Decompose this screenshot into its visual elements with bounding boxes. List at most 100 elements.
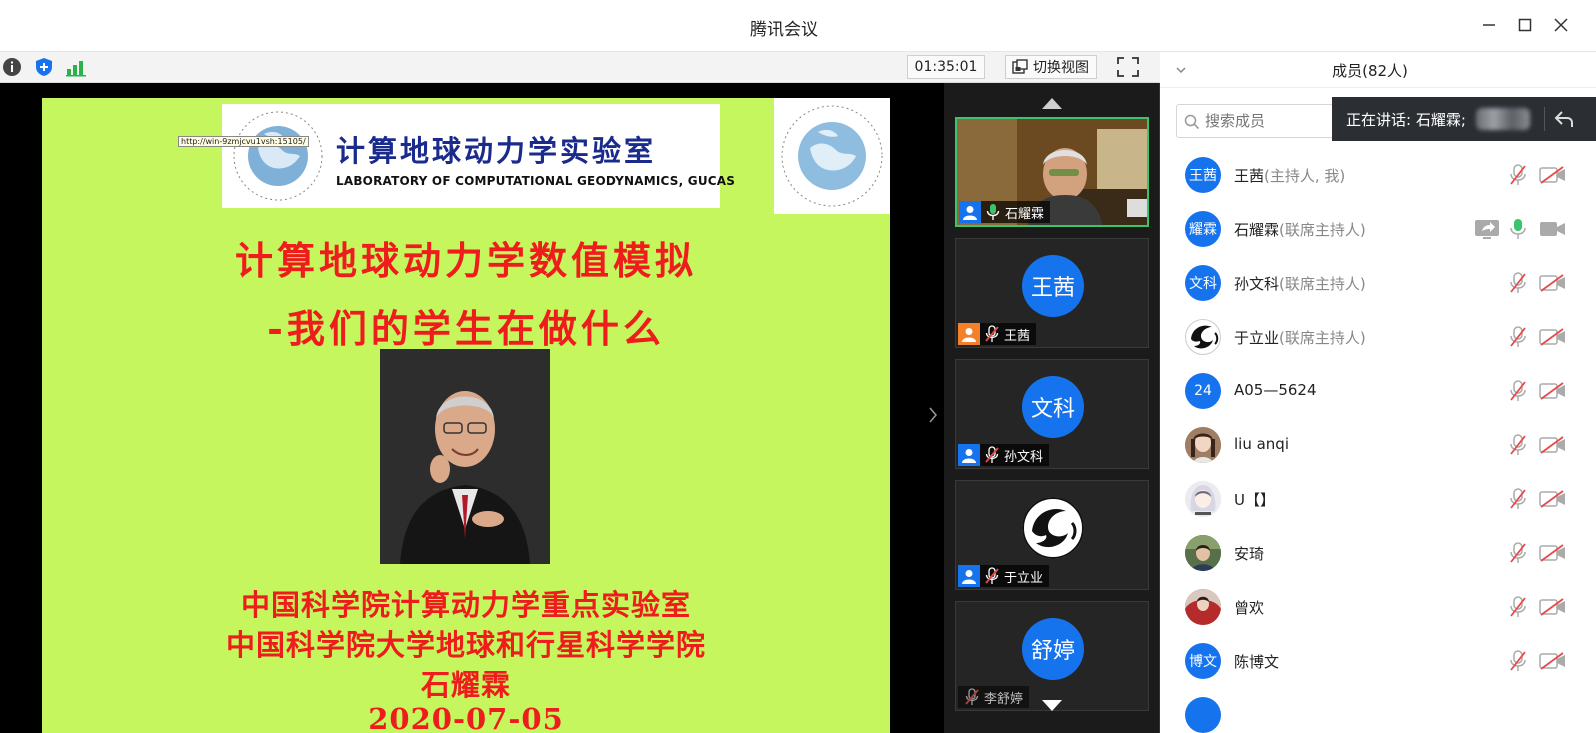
member-role: (主持人, 我): [1264, 167, 1346, 185]
logo-title-en: LABORATORY OF COMPUTATIONAL GEODYNAMICS,…: [336, 174, 736, 188]
member-row[interactable]: 安琦: [1160, 526, 1596, 580]
tile-name: 石耀霖: [1005, 206, 1045, 222]
video-tile[interactable]: 于立业: [955, 480, 1149, 590]
meeting-timer: 01:35:01: [907, 55, 985, 79]
member-name: 王茜: [1234, 167, 1265, 185]
dragon-avatar-icon: [1022, 497, 1084, 559]
camera-off-icon[interactable]: [1538, 435, 1568, 455]
video-tile[interactable]: 文科 孙文科: [955, 359, 1149, 469]
maximize-icon[interactable]: [1514, 14, 1536, 36]
camera-off-icon[interactable]: [1538, 597, 1568, 617]
slide-institution-2: 中国科学院大学地球和行星科学学院: [225, 628, 706, 662]
member-name: 安琦: [1234, 545, 1265, 563]
camera-on-icon[interactable]: [1538, 219, 1568, 239]
close-icon[interactable]: [1550, 14, 1572, 36]
mic-on-icon[interactable]: [1508, 217, 1528, 241]
logo-title-cn: 计算地球动力学实验室: [336, 134, 657, 168]
member-name: 陈博文: [1234, 653, 1280, 671]
shared-screen: 计算地球动力学实验室 LABORATORY OF COMPUTATIONAL G…: [0, 83, 944, 733]
video-column: 石耀霖 王茜 王茜 文科 孙文科 于立业 舒婷 李舒婷: [944, 83, 1160, 733]
member-row[interactable]: 耀霖 石耀霖(联席主持人): [1160, 202, 1596, 256]
member-row[interactable]: 于立业(联席主持人): [1160, 310, 1596, 364]
mic-muted-icon: [984, 567, 1000, 585]
host-icon: [958, 323, 980, 345]
info-icon[interactable]: [2, 57, 22, 77]
member-role: (联席主持人): [1279, 329, 1366, 347]
mic-muted-icon[interactable]: [1508, 379, 1528, 403]
speaker-avatars-blurred: [1475, 108, 1530, 130]
mic-muted-icon: [964, 688, 980, 706]
video-tile[interactable]: 舒婷 李舒婷: [955, 601, 1149, 711]
member-row[interactable]: 24 A05—5624: [1160, 364, 1596, 418]
tile-name-label: 王茜: [958, 323, 1037, 345]
tile-name: 李舒婷: [984, 691, 1024, 707]
return-icon[interactable]: [1553, 108, 1575, 130]
member-name-wrap: U【】: [1234, 489, 1275, 510]
minimize-icon[interactable]: [1478, 14, 1500, 36]
mic-muted-icon[interactable]: [1508, 541, 1528, 565]
member-row[interactable]: [1160, 688, 1596, 733]
shield-icon[interactable]: [34, 57, 54, 77]
mic-muted-icon[interactable]: [1508, 595, 1528, 619]
presentation-slide: 计算地球动力学实验室 LABORATORY OF COMPUTATIONAL G…: [42, 98, 890, 733]
mic-muted-icon[interactable]: [1508, 433, 1528, 457]
window-title: 腾讯会议: [750, 20, 818, 40]
switch-view-button[interactable]: 切换视图: [1005, 55, 1097, 79]
anime-avatar-icon: [1185, 481, 1221, 517]
mic-muted-icon[interactable]: [1508, 163, 1528, 187]
members-list: 王茜 王茜(主持人, 我) 耀霖 石耀霖(联席主持人) 文科 孙文科(联席主持人…: [1160, 148, 1596, 733]
member-name-wrap: 王茜(主持人, 我): [1234, 165, 1345, 186]
scroll-up-icon[interactable]: [1040, 95, 1064, 109]
mic-muted-icon[interactable]: [1508, 325, 1528, 349]
meeting-toolbar: 01:35:01 切换视图: [0, 52, 1160, 83]
tile-name-label: 于立业: [958, 565, 1050, 587]
lab-logo-banner: 计算地球动力学实验室 LABORATORY OF COMPUTATIONAL G…: [222, 104, 735, 208]
avatar: 耀霖: [1185, 211, 1221, 247]
camera-off-icon[interactable]: [1538, 327, 1568, 347]
url-tooltip: http://win-9zmjcvu1vsh:15105/: [178, 136, 309, 147]
speaking-indicator: 正在讲话: 石耀霖;: [1332, 97, 1596, 141]
member-row[interactable]: liu anqi: [1160, 418, 1596, 472]
member-row[interactable]: 文科 孙文科(联席主持人): [1160, 256, 1596, 310]
scroll-down-icon[interactable]: [1040, 698, 1064, 712]
video-tile[interactable]: 石耀霖: [955, 117, 1149, 227]
member-name: A05—5624: [1234, 381, 1317, 399]
search-icon: [1184, 114, 1200, 130]
camera-off-icon[interactable]: [1538, 165, 1568, 185]
camera-off-icon[interactable]: [1538, 489, 1568, 509]
chevron-right-icon[interactable]: [926, 405, 940, 425]
member-row[interactable]: U【】: [1160, 472, 1596, 526]
member-name-wrap: 于立业(联席主持人): [1234, 327, 1366, 348]
tile-name-label: 孙文科: [958, 444, 1050, 466]
mic-muted-icon[interactable]: [1508, 271, 1528, 295]
member-role: (联席主持人): [1279, 275, 1366, 293]
member-row[interactable]: 王茜 王茜(主持人, 我): [1160, 148, 1596, 202]
avatar: 王茜: [1185, 157, 1221, 193]
member-name: 孙文科: [1234, 275, 1280, 293]
signal-icon[interactable]: [66, 57, 86, 77]
camera-off-icon[interactable]: [1538, 651, 1568, 671]
screen-share-icon[interactable]: [1474, 218, 1500, 240]
member-name: 于立业: [1234, 329, 1280, 347]
camera-off-icon[interactable]: [1538, 381, 1568, 401]
slide-institution-1: 中国科学院计算动力学重点实验室: [240, 588, 691, 622]
avatar: [1185, 481, 1221, 517]
fullscreen-icon[interactable]: [1116, 56, 1140, 78]
avatar: [1185, 589, 1221, 625]
camera-off-icon[interactable]: [1538, 543, 1568, 563]
meeting-window: 腾讯会议 01:35:01 切换视图 计算地球动力学实验室 LABORATORY…: [0, 0, 1596, 733]
member-row[interactable]: 博文 陈博文: [1160, 634, 1596, 688]
member-row[interactable]: 曾欢: [1160, 580, 1596, 634]
mic-muted-icon[interactable]: [1508, 649, 1528, 673]
video-tile[interactable]: 王茜 王茜: [955, 238, 1149, 348]
avatar: 文科: [1022, 376, 1084, 438]
members-title: 成员(82人): [1332, 62, 1408, 80]
mic-on-icon: [985, 203, 1001, 221]
member-name: 曾欢: [1234, 599, 1265, 617]
camera-off-icon[interactable]: [1538, 273, 1568, 293]
mic-muted-icon[interactable]: [1508, 487, 1528, 511]
avatar: [1185, 535, 1221, 571]
tile-name: 王茜: [1004, 328, 1031, 344]
dragon-avatar-icon: [1191, 325, 1219, 349]
user-icon: [958, 565, 980, 587]
